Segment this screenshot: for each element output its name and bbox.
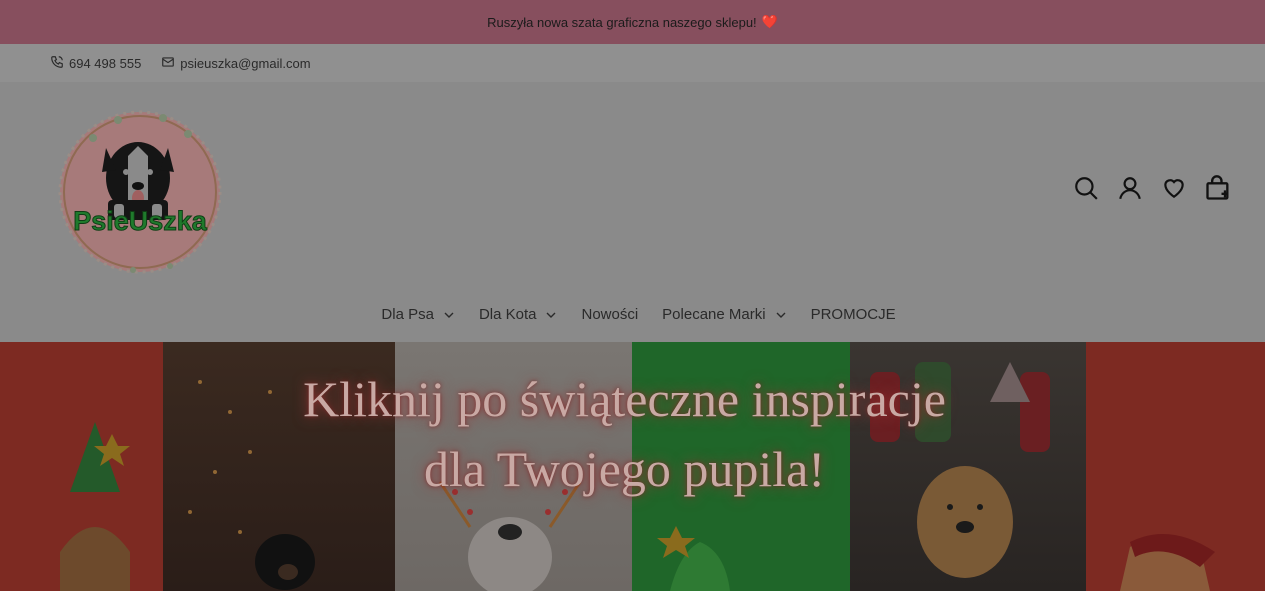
nav-item-dla-kota[interactable]: Dla Kota — [479, 306, 558, 323]
main-navigation: Dla Psa Dla Kota Nowości Polecane Marki … — [0, 306, 1265, 323]
contact-bar: 694 498 555 psieuszka@gmail.com — [0, 44, 1265, 82]
hero-headline-line-1: Kliknij po świąteczne inspiracje — [303, 371, 946, 427]
chevron-down-icon — [444, 312, 454, 318]
hero-headline-line-2: dla Twojego pupila! — [423, 441, 826, 497]
account-icon[interactable] — [1114, 172, 1146, 204]
nav-label: Dla Kota — [478, 306, 537, 323]
nav-item-promocje[interactable]: PROMOCJE — [811, 306, 896, 323]
hero-headline: Kliknij po świąteczne inspiracje dla Two… — [163, 364, 1086, 504]
chevron-down-icon — [546, 312, 556, 318]
nav-label: Dla Psa — [381, 306, 434, 323]
announcement-text: Ruszyła nowa szata graficzna naszego skl… — [487, 14, 757, 30]
logo-text: PsieUszka — [73, 206, 208, 236]
chevron-down-icon — [776, 312, 786, 318]
email-link[interactable]: psieuszka@gmail.com — [161, 55, 311, 72]
nav-item-dla-psa[interactable]: Dla Psa — [381, 306, 455, 323]
phone-number: 694 498 555 — [69, 55, 142, 71]
nav-label: Nowości — [581, 306, 639, 323]
mail-icon — [161, 55, 180, 72]
hero-banner[interactable]: Kliknij po świąteczne inspiracje dla Two… — [0, 342, 1265, 591]
phone-link[interactable]: 694 498 555 — [50, 55, 141, 72]
phone-icon — [50, 55, 69, 72]
email-address: psieuszka@gmail.com — [180, 55, 311, 71]
nav-item-polecane-marki[interactable]: Polecane Marki — [662, 306, 786, 323]
header-actions — [1070, 172, 1246, 204]
site-header: PsieUszka Dla Psa Dla Kota Nowości Polec — [0, 82, 1265, 342]
announcement-bar: Ruszyła nowa szata graficzna naszego skl… — [0, 0, 1265, 44]
search-icon[interactable] — [1070, 172, 1102, 204]
nav-label: PROMOCJE — [810, 306, 896, 323]
nav-item-nowosci[interactable]: Nowości — [581, 306, 638, 323]
cart-bag-icon[interactable] — [1202, 172, 1234, 204]
wishlist-heart-icon[interactable] — [1158, 172, 1190, 204]
site-logo[interactable]: PsieUszka — [58, 108, 222, 276]
nav-label: Polecane Marki — [662, 306, 766, 323]
heart-icon: ❤️ — [761, 14, 778, 29]
